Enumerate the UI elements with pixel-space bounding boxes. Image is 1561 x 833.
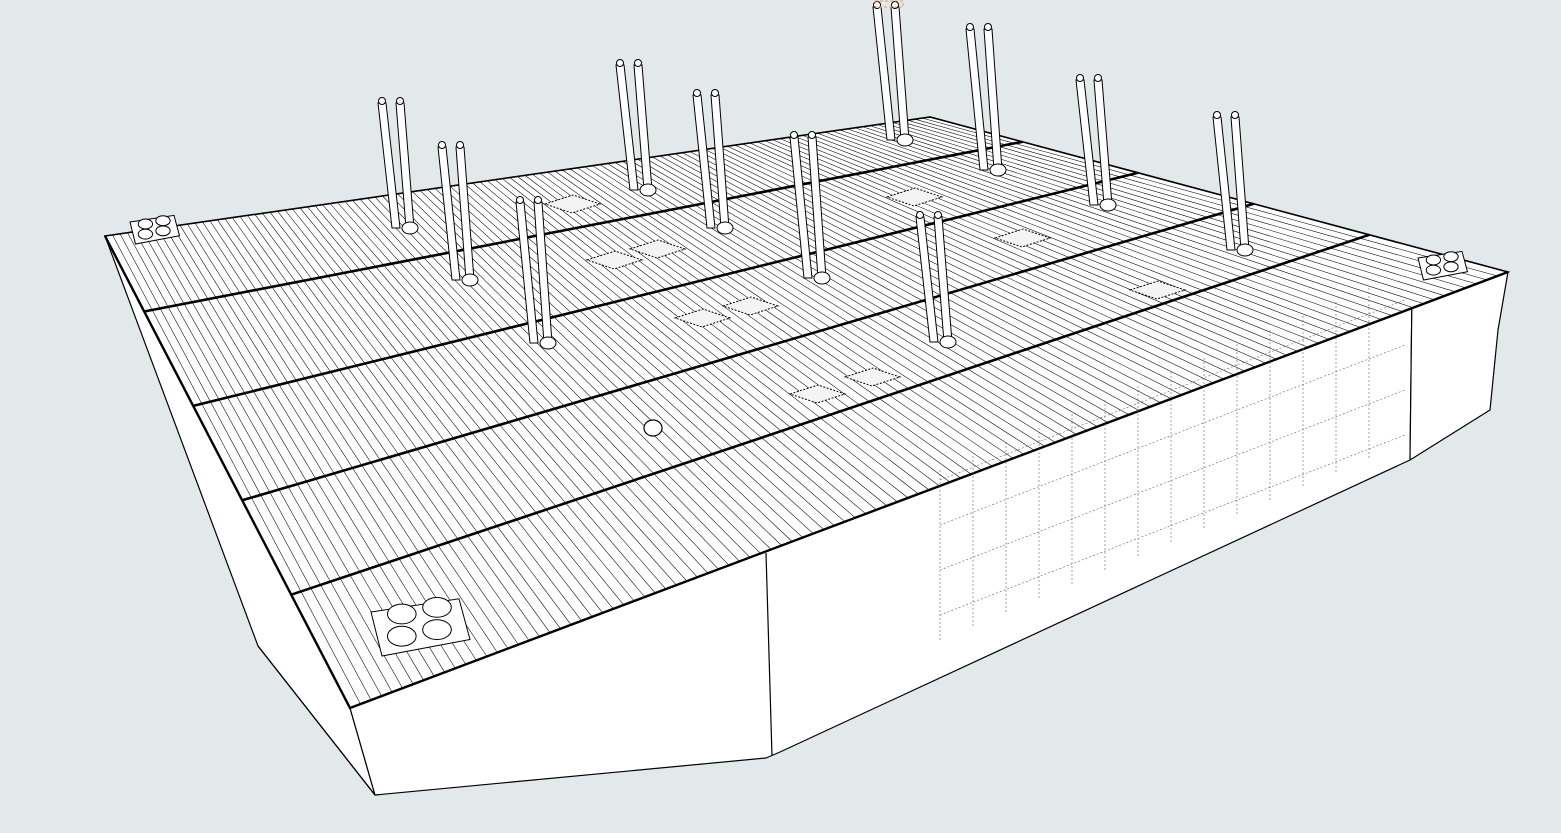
- post-base: [401, 221, 419, 235]
- post-cap: [1094, 74, 1102, 82]
- lug-icon: [643, 419, 663, 437]
- post-base: [1099, 198, 1117, 212]
- bollard-post: [422, 597, 452, 618]
- post-base: [989, 163, 1007, 177]
- post-cap: [808, 131, 816, 139]
- modeling-viewport[interactable]: [0, 0, 1561, 833]
- post-base: [716, 221, 734, 235]
- post-base: [813, 271, 831, 285]
- post-cap: [516, 196, 524, 204]
- post-base: [461, 273, 479, 287]
- post-cap: [966, 23, 974, 31]
- post-cap: [693, 89, 701, 97]
- post-cap: [984, 23, 992, 31]
- post-cap: [1213, 111, 1221, 119]
- post-base: [539, 336, 557, 350]
- bollard-post: [387, 603, 417, 625]
- post-cap: [378, 97, 386, 105]
- model-canvas[interactable]: [0, 0, 1561, 833]
- post-cap: [790, 131, 798, 139]
- post-base: [639, 183, 657, 197]
- post-cap: [1231, 111, 1239, 119]
- post-cap: [934, 211, 942, 219]
- post-cap: [1076, 74, 1084, 82]
- post-base: [896, 133, 914, 147]
- post-cap: [616, 59, 624, 67]
- bollard-post: [1425, 254, 1442, 266]
- post-cap: [916, 211, 924, 219]
- post-cap: [396, 97, 404, 105]
- post-bar: [890, 6, 910, 141]
- post-cap: [534, 196, 542, 204]
- axis-marker-icon: [874, 0, 904, 8]
- post-cap: [438, 141, 446, 149]
- post-bar: [872, 6, 896, 141]
- post-cap: [634, 59, 642, 67]
- post-base: [939, 335, 957, 349]
- bollard-post: [155, 215, 171, 227]
- post-base: [1236, 243, 1254, 257]
- post-cap: [456, 141, 464, 149]
- bollard-post: [137, 218, 154, 230]
- bollard-post: [1443, 251, 1459, 263]
- post-cap: [711, 89, 719, 97]
